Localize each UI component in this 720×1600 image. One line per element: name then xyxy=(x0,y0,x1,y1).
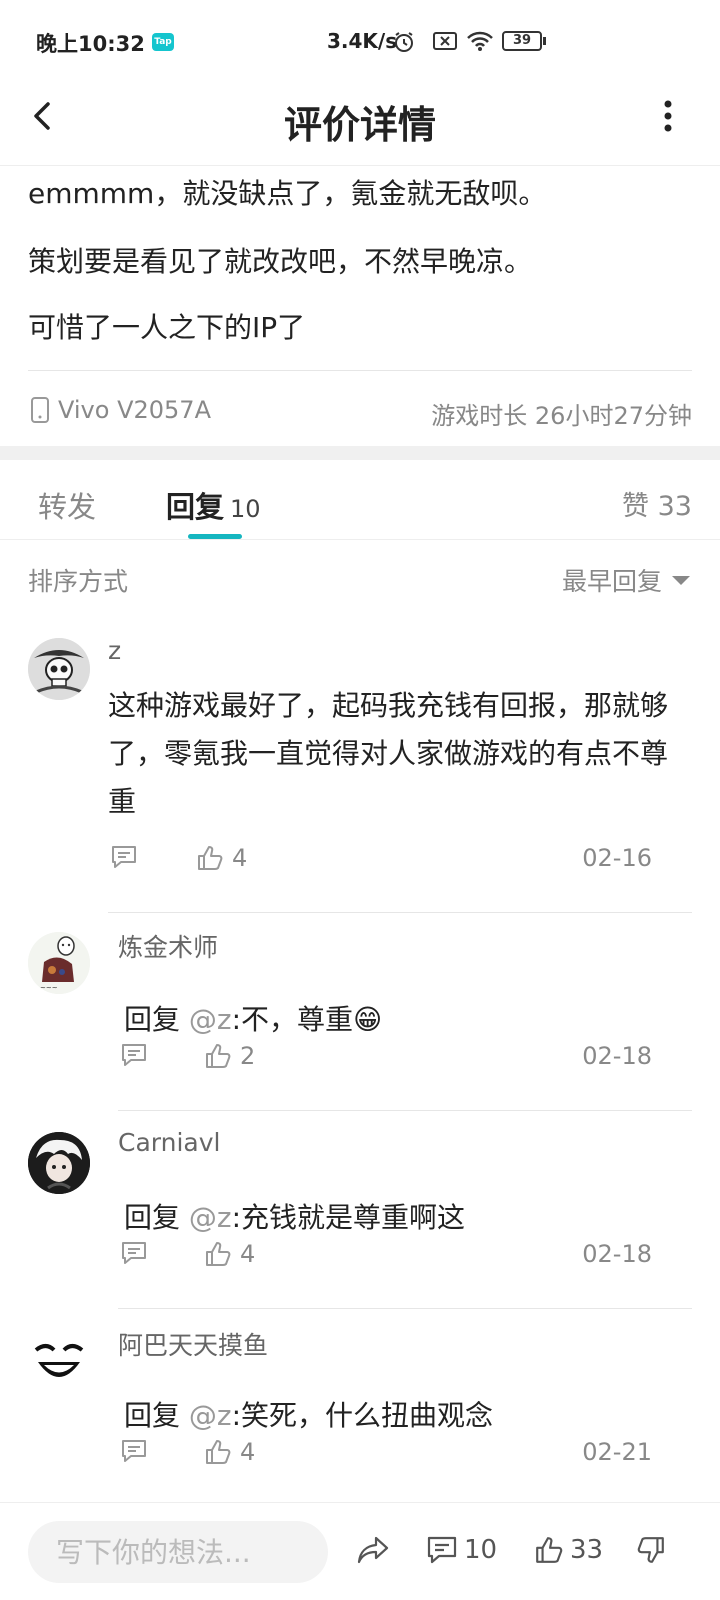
comment-text: 这种游戏最好了，起码我充钱有回报，那就够了，零氪我一直觉得对人家做游戏的有点不尊… xyxy=(108,689,669,818)
tab-reply-count: 10 xyxy=(230,495,261,523)
comment-username[interactable]: z xyxy=(108,636,121,665)
comment-count: 10 xyxy=(464,1535,498,1565)
tab-active-indicator xyxy=(188,534,242,539)
page-title: 评价详情 xyxy=(283,103,436,147)
phone-icon xyxy=(31,397,49,423)
reply-prefix: 回复 xyxy=(124,1003,189,1036)
like-button[interactable]: 2 xyxy=(204,1042,255,1070)
reply-button[interactable] xyxy=(120,1438,148,1464)
comment-input[interactable] xyxy=(28,1521,328,1583)
comment-text: 回复 @z:笑死，什么扭曲观念 xyxy=(124,1392,493,1440)
thumbs-down-icon xyxy=(637,1537,664,1563)
comments-button[interactable]: 10 xyxy=(426,1535,497,1565)
svg-text:~~~: ~~~ xyxy=(40,984,58,992)
dislike-button[interactable] xyxy=(636,1535,666,1565)
dropdown-triangle-icon xyxy=(672,575,690,585)
tab-likes[interactable]: 赞 33 xyxy=(622,484,692,523)
more-options-icon[interactable] xyxy=(662,98,674,134)
reply-body: :不，尊重 xyxy=(231,1003,354,1036)
network-speed: 3.4K/s xyxy=(327,29,398,53)
alarm-icon xyxy=(395,32,413,52)
reply-prefix: 回复 xyxy=(124,1399,189,1432)
mention-link[interactable]: @z xyxy=(189,1399,232,1432)
comment-text: 回复 @z:不，尊重😁 xyxy=(124,996,382,1044)
anime-boy-avatar-icon xyxy=(28,1132,90,1194)
thumbs-up-icon xyxy=(206,1044,231,1068)
sort-value: 最早回复 xyxy=(561,567,662,596)
status-bar: 晚上10:32 Tap 3.4K/s 39 xyxy=(0,0,720,80)
like-count: 4 xyxy=(240,1438,256,1466)
like-count: 33 xyxy=(570,1535,604,1565)
reply-button[interactable] xyxy=(110,844,138,870)
comment-icon xyxy=(112,846,136,868)
status-time: 晚上10:32 xyxy=(36,32,145,56)
reply-button[interactable] xyxy=(120,1042,148,1068)
thumbs-up-icon xyxy=(206,1242,231,1266)
comment-icon xyxy=(122,1242,146,1264)
review-text-line-2: 策划要是看见了就改改吧，不然早晚凉。 xyxy=(28,245,533,278)
comment-date: 02-18 xyxy=(582,1240,652,1268)
divider xyxy=(28,370,692,371)
review-text-line-3: 可惜了一人之下的IP了 xyxy=(28,311,306,344)
comment-username[interactable]: 阿巴天天摸鱼 xyxy=(118,1326,268,1362)
device-info: Vivo V2057A xyxy=(30,396,211,424)
thumbs-up-icon xyxy=(198,846,223,870)
tab-reply[interactable]: 回复 10 xyxy=(166,484,261,526)
no-sim-icon xyxy=(433,32,457,50)
review-text-line-1: emmmm，就没缺点了，氪金就无敌呗。 xyxy=(28,177,547,210)
mention-link[interactable]: @z xyxy=(189,1201,232,1234)
like-button[interactable]: 4 xyxy=(196,844,247,872)
anime-avatar-icon: ~~~ xyxy=(28,932,90,994)
tab-bar: 转发 回复 10 赞 33 xyxy=(0,460,720,540)
like-button[interactable]: 33 xyxy=(534,1535,603,1565)
avatar[interactable] xyxy=(28,1330,90,1392)
like-button[interactable]: 4 xyxy=(204,1240,255,1268)
avatar[interactable] xyxy=(28,638,90,700)
section-separator xyxy=(0,446,720,460)
like-button[interactable]: 4 xyxy=(204,1438,255,1466)
wifi-icon xyxy=(467,31,493,51)
sort-dropdown[interactable]: 最早回复 xyxy=(562,562,690,598)
mention-link[interactable]: @z xyxy=(189,1003,232,1036)
share-button[interactable] xyxy=(356,1535,390,1565)
comment-date: 02-18 xyxy=(582,1042,652,1070)
reply-button[interactable] xyxy=(120,1240,148,1266)
battery-icon: 39 xyxy=(502,31,542,51)
share-icon xyxy=(357,1536,389,1564)
battery-tip xyxy=(543,37,546,45)
comment-icon xyxy=(427,1536,457,1564)
sort-label: 排序方式 xyxy=(28,567,129,596)
comment-username[interactable]: Carniavl xyxy=(118,1128,220,1157)
like-count: 4 xyxy=(232,844,248,872)
reply-prefix: 回复 xyxy=(124,1201,189,1234)
tab-reply-label: 回复 xyxy=(166,490,225,524)
avatar[interactable]: ~~~ xyxy=(28,932,90,994)
reply-body: :充钱就是尊重啊这 xyxy=(231,1201,466,1234)
divider xyxy=(118,1308,692,1309)
reply-body: :笑死，什么扭曲观念 xyxy=(231,1399,494,1432)
avatar[interactable] xyxy=(28,1132,90,1194)
device-model: Vivo V2057A xyxy=(58,396,211,424)
grinning-emoji: 😁 xyxy=(353,1003,383,1036)
like-count: 2 xyxy=(240,1042,256,1070)
bottom-action-bar: 10 33 xyxy=(0,1502,720,1600)
laughing-face-avatar-icon xyxy=(28,1330,90,1392)
divider xyxy=(118,1110,692,1111)
comment-date: 02-16 xyxy=(582,844,652,872)
thumbs-up-icon xyxy=(206,1440,231,1464)
play-time: 游戏时长 26小时27分钟 xyxy=(431,402,692,430)
like-count: 4 xyxy=(240,1240,256,1268)
comment-text: 回复 @z:充钱就是尊重啊这 xyxy=(124,1194,465,1242)
comment-icon xyxy=(122,1044,146,1066)
taptap-notification-icon: Tap xyxy=(152,33,174,51)
tab-repost[interactable]: 转发 xyxy=(38,484,96,526)
thumbs-up-icon xyxy=(536,1537,563,1563)
battery-level: 39 xyxy=(512,33,532,48)
skull-avatar-icon xyxy=(28,638,90,700)
divider xyxy=(108,912,692,913)
comment-icon xyxy=(122,1440,146,1462)
comment-username[interactable]: 炼金术师 xyxy=(118,928,218,964)
header: 评价详情 xyxy=(0,80,720,166)
comment-date: 02-21 xyxy=(582,1438,652,1466)
